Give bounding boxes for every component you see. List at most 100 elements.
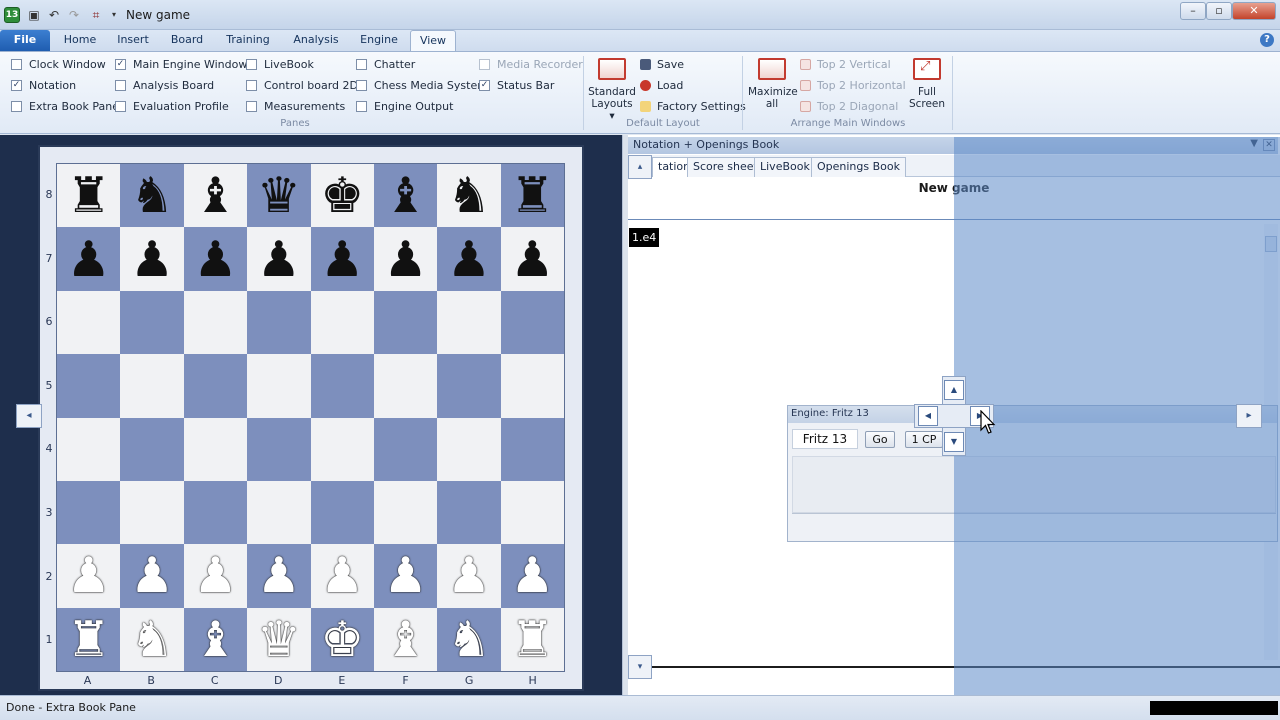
square-f6[interactable] bbox=[373, 290, 438, 355]
top2-horizontal-button[interactable]: Top 2 Horizontal bbox=[800, 75, 906, 95]
extra-book-pane-checkbox[interactable]: Extra Book Pane bbox=[11, 97, 119, 115]
black-pawn-icon[interactable]: ♟ bbox=[257, 235, 301, 284]
media-recorder-checkbox[interactable]: Media Recorder bbox=[479, 55, 583, 73]
app-icon[interactable]: 13 bbox=[4, 7, 20, 23]
checkbox-box[interactable] bbox=[246, 58, 257, 70]
dock-top-button[interactable]: ▴ bbox=[628, 155, 652, 179]
square-f8[interactable]: ♝ bbox=[373, 164, 438, 228]
full-screen-button[interactable]: ⤢ Full Screen bbox=[906, 58, 948, 110]
checkbox-box[interactable] bbox=[356, 58, 367, 70]
black-bishop-icon[interactable]: ♝ bbox=[193, 171, 237, 220]
checkbox-box[interactable] bbox=[479, 58, 490, 70]
square-f1[interactable]: ♝ bbox=[373, 607, 438, 671]
square-a1[interactable]: ♜ bbox=[57, 607, 121, 671]
square-f7[interactable]: ♟ bbox=[373, 227, 438, 291]
tab-openings-book[interactable]: Openings Book bbox=[811, 157, 906, 177]
measurements-checkbox[interactable]: Measurements bbox=[246, 97, 358, 115]
black-rook-icon[interactable]: ♜ bbox=[67, 171, 111, 220]
maximize-all-button[interactable]: Maximize all bbox=[748, 58, 798, 110]
engine-cpu-button[interactable]: 1 CP bbox=[905, 431, 943, 448]
white-queen-icon[interactable]: ♛ bbox=[257, 615, 301, 664]
square-a8[interactable]: ♜ bbox=[57, 164, 121, 228]
white-knight-icon[interactable]: ♞ bbox=[130, 615, 174, 664]
square-c5[interactable] bbox=[183, 354, 248, 418]
square-h8[interactable]: ♜ bbox=[500, 164, 564, 228]
white-knight-icon[interactable]: ♞ bbox=[447, 615, 491, 664]
white-bishop-icon[interactable]: ♝ bbox=[384, 615, 428, 664]
square-d3[interactable] bbox=[247, 480, 311, 545]
black-knight-icon[interactable]: ♞ bbox=[130, 171, 174, 220]
evaluation-profile-checkbox[interactable]: Evaluation Profile bbox=[115, 97, 247, 115]
square-h7[interactable]: ♟ bbox=[500, 227, 564, 291]
black-king-icon[interactable]: ♚ bbox=[320, 171, 364, 220]
board-quick-icon[interactable]: ⌗ bbox=[88, 7, 104, 23]
close-button[interactable]: ✕ bbox=[1232, 2, 1276, 20]
checkbox-box-checked[interactable]: ✓ bbox=[115, 58, 126, 70]
black-rook-icon[interactable]: ♜ bbox=[510, 171, 554, 220]
square-f5[interactable] bbox=[373, 354, 438, 418]
black-pawn-icon[interactable]: ♟ bbox=[193, 235, 237, 284]
black-pawn-icon[interactable]: ♟ bbox=[130, 235, 174, 284]
white-pawn-icon[interactable]: ♟ bbox=[510, 551, 554, 600]
checkbox-box[interactable] bbox=[246, 79, 257, 91]
maximize-button[interactable]: ▫ bbox=[1206, 2, 1232, 20]
top2-diagonal-button[interactable]: Top 2 Diagonal bbox=[800, 96, 906, 116]
black-pawn-icon[interactable]: ♟ bbox=[384, 235, 428, 284]
engine-name[interactable]: Fritz 13 bbox=[792, 429, 858, 449]
black-pawn-icon[interactable]: ♟ bbox=[67, 235, 111, 284]
square-e5[interactable] bbox=[310, 354, 374, 418]
tab-engine[interactable]: Engine bbox=[354, 30, 404, 51]
square-e6[interactable] bbox=[310, 290, 374, 355]
help-icon[interactable]: ? bbox=[1260, 33, 1274, 47]
square-g7[interactable]: ♟ bbox=[437, 227, 501, 291]
square-f2[interactable]: ♟ bbox=[373, 544, 438, 608]
square-h5[interactable] bbox=[500, 354, 564, 418]
tab-analysis[interactable]: Analysis bbox=[288, 30, 344, 51]
square-d2[interactable]: ♟ bbox=[247, 544, 311, 608]
engine-output-checkbox[interactable]: Engine Output bbox=[356, 97, 488, 115]
dock-arrow-down-icon[interactable]: ▼ bbox=[944, 432, 964, 452]
square-e1[interactable]: ♚ bbox=[310, 607, 374, 671]
undo-icon[interactable]: ↶ bbox=[46, 7, 62, 23]
white-pawn-icon[interactable]: ♟ bbox=[130, 551, 174, 600]
square-d6[interactable] bbox=[247, 290, 311, 355]
checkbox-box[interactable] bbox=[356, 100, 367, 112]
square-e3[interactable] bbox=[310, 480, 374, 545]
black-pawn-icon[interactable]: ♟ bbox=[320, 235, 364, 284]
square-c2[interactable]: ♟ bbox=[183, 544, 248, 608]
square-e8[interactable]: ♚ bbox=[310, 164, 374, 228]
square-g8[interactable]: ♞ bbox=[437, 164, 501, 228]
square-g3[interactable] bbox=[437, 480, 501, 545]
white-bishop-icon[interactable]: ♝ bbox=[193, 615, 237, 664]
square-c1[interactable]: ♝ bbox=[183, 607, 248, 671]
main-engine-window-checkbox[interactable]: ✓ Main Engine Window bbox=[115, 55, 247, 73]
square-a4[interactable] bbox=[57, 417, 121, 481]
status-bar-checkbox[interactable]: ✓ Status Bar bbox=[479, 76, 583, 94]
square-f4[interactable] bbox=[373, 417, 438, 481]
black-queen-icon[interactable]: ♛ bbox=[257, 171, 301, 220]
dock-arrow-up-icon[interactable]: ▲ bbox=[944, 380, 964, 400]
engine-go-button[interactable]: Go bbox=[865, 431, 895, 448]
checkbox-box[interactable] bbox=[115, 79, 126, 91]
checkbox-box[interactable] bbox=[11, 100, 22, 112]
square-a2[interactable]: ♟ bbox=[57, 544, 121, 608]
square-h4[interactable] bbox=[500, 417, 564, 481]
tab-livebook[interactable]: LiveBook bbox=[754, 157, 816, 177]
standard-layouts-button[interactable]: Standard Layouts ▾ bbox=[588, 58, 636, 122]
square-d8[interactable]: ♛ bbox=[247, 164, 311, 228]
dock-bottom-button[interactable]: ▾ bbox=[628, 655, 652, 679]
white-rook-icon[interactable]: ♜ bbox=[510, 615, 554, 664]
square-b7[interactable]: ♟ bbox=[120, 227, 184, 291]
checkbox-box-checked[interactable]: ✓ bbox=[479, 79, 490, 91]
white-pawn-icon[interactable]: ♟ bbox=[257, 551, 301, 600]
checkbox-box[interactable] bbox=[356, 79, 367, 91]
save-quick-icon[interactable]: ▣ bbox=[26, 7, 42, 23]
square-a5[interactable] bbox=[57, 354, 121, 418]
square-c3[interactable] bbox=[183, 480, 248, 545]
square-b5[interactable] bbox=[120, 354, 184, 418]
minimize-button[interactable]: – bbox=[1180, 2, 1206, 20]
dock-right-button[interactable]: ▸ bbox=[1236, 404, 1262, 428]
square-g4[interactable] bbox=[437, 417, 501, 481]
square-d4[interactable] bbox=[247, 417, 311, 481]
black-pawn-icon[interactable]: ♟ bbox=[510, 235, 554, 284]
